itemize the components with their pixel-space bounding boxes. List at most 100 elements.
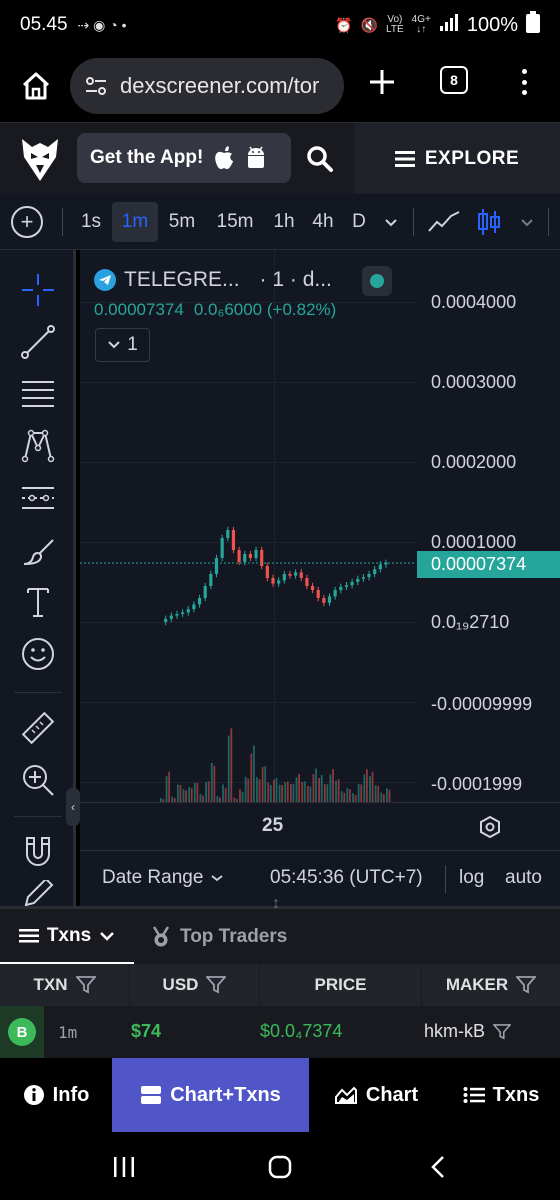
candle-body	[197, 598, 202, 605]
nav-chart-txns[interactable]: Chart+Txns	[112, 1058, 309, 1132]
magnet-tool[interactable]	[18, 832, 58, 872]
new-tab-button[interactable]	[362, 62, 402, 102]
volume-bar	[227, 735, 230, 802]
volume-bar	[292, 784, 295, 802]
legend-collapse-button[interactable]: 1	[95, 328, 150, 362]
home-nav-icon[interactable]	[268, 1155, 292, 1179]
price-chart[interactable]: 0.0004000 0.0003000 0.0002000 0.0001000 …	[80, 250, 560, 850]
tab-top-traders[interactable]: Top Traders	[150, 909, 287, 964]
legend-indicator-count: 1	[127, 334, 138, 355]
candle-body	[350, 582, 354, 586]
candle-body	[378, 564, 382, 570]
filter-icon[interactable]	[75, 976, 96, 994]
get-app-button[interactable]: Get the App!	[77, 133, 291, 183]
column-usd[interactable]: USD	[130, 964, 260, 1006]
volume-bar	[303, 781, 306, 802]
column-maker[interactable]: MAKER	[422, 964, 560, 1006]
filter-icon[interactable]	[516, 976, 537, 994]
volume-bar	[360, 784, 363, 802]
candle-body	[339, 586, 343, 590]
android-icon	[248, 146, 265, 168]
volume-bar	[247, 778, 250, 802]
fib-lines-icon	[22, 381, 54, 407]
volume-bar	[165, 775, 168, 802]
chart-type-line-button[interactable]	[424, 202, 464, 242]
plus-icon	[370, 70, 394, 94]
volume-bar	[286, 781, 289, 802]
back-icon[interactable]	[430, 1155, 446, 1179]
site-header: Get the App! EXPLORE	[0, 122, 560, 195]
tab-switcher-button[interactable]: 8	[440, 66, 468, 94]
txn-price: $0.0₄7374	[260, 1021, 343, 1041]
nav-info[interactable]: Info	[0, 1058, 112, 1132]
home-button[interactable]	[10, 60, 62, 112]
crosshair-tool[interactable]	[18, 270, 58, 310]
add-symbol-button[interactable]: +	[11, 206, 43, 238]
volume-bar	[326, 784, 329, 802]
timeframe-1s[interactable]: 1s	[74, 202, 108, 242]
nav-chart[interactable]: Chart	[318, 1058, 434, 1132]
txns-table-header: TXN USD PRICE MAKER	[0, 964, 560, 1006]
zoom-tool[interactable]	[18, 760, 58, 800]
battery-level: 100%	[466, 13, 518, 36]
browser-menu-button[interactable]	[512, 66, 536, 98]
txn-maker[interactable]: hkm-kB	[424, 1021, 512, 1042]
timeframe-d[interactable]: D	[346, 202, 372, 242]
buy-badge: B	[8, 1018, 36, 1046]
candle-body	[316, 590, 320, 598]
candle-body	[361, 577, 365, 579]
pattern-tool[interactable]	[18, 426, 58, 466]
txn-age: 1m	[58, 1023, 78, 1042]
volume-bar	[193, 782, 196, 802]
chart-clock[interactable]: 05:45:36 (UTC+7)	[270, 867, 423, 889]
volume-bar	[224, 788, 227, 802]
table-row[interactable]: B 1m $74 $0.0₄7374 hkm-kB	[0, 1006, 560, 1058]
filter-icon[interactable]	[493, 1023, 512, 1040]
fib-retracement-tool[interactable]	[18, 374, 58, 414]
auto-scale-toggle[interactable]: auto	[505, 867, 542, 889]
timeframe-1m[interactable]: 1m	[112, 202, 158, 242]
explore-button[interactable]: EXPLORE	[354, 123, 560, 195]
site-settings-icon[interactable]	[82, 72, 110, 100]
measure-tool[interactable]	[18, 708, 58, 748]
trend-line-tool[interactable]	[18, 322, 58, 362]
timeframe-4h[interactable]: 4h	[306, 202, 340, 242]
chart-settings-icon[interactable]	[478, 815, 502, 839]
volume-bar	[312, 774, 315, 802]
emoji-tool[interactable]	[18, 634, 58, 674]
dexscreener-logo-icon[interactable]	[18, 135, 62, 183]
bottom-nav: Info Chart+Txns Chart Txns	[0, 1058, 560, 1132]
volume-bar	[269, 785, 272, 802]
candle-body	[277, 580, 281, 584]
url-bar[interactable]: dexscreener.com/tor	[70, 58, 344, 114]
candle-body	[243, 554, 247, 562]
search-icon[interactable]	[306, 145, 334, 173]
date-range-button[interactable]: Date Range	[102, 867, 223, 889]
timeframe-dropdown[interactable]	[380, 202, 402, 242]
timeframe-5m[interactable]: 5m	[162, 202, 202, 242]
pencil-tool[interactable]	[18, 880, 58, 906]
volume-bar	[182, 789, 185, 802]
timeframe-15m[interactable]: 15m	[210, 202, 260, 242]
text-tool[interactable]	[18, 582, 58, 622]
brush-tool[interactable]	[18, 530, 58, 570]
filter-icon[interactable]	[206, 976, 227, 994]
column-price[interactable]: PRICE	[260, 964, 422, 1006]
volte-icon: Vo) LTE	[386, 14, 404, 35]
market-status-indicator[interactable]	[362, 266, 392, 296]
log-scale-toggle[interactable]: log	[459, 867, 484, 889]
chart-type-dropdown[interactable]	[516, 202, 538, 242]
forecast-tool[interactable]	[18, 478, 58, 518]
tab-txns[interactable]: Txns	[0, 909, 134, 964]
trend-line-icon	[21, 325, 55, 359]
chart-legend-title[interactable]: TELEGRE... · 1 · d...	[94, 268, 332, 292]
column-txn[interactable]: TXN	[0, 964, 130, 1006]
status-bar: 05.45 ⇢ ◉ ◔ • ⏰ 🔇 Vo) LTE 4G+ ↓↑ 100%	[0, 0, 560, 50]
volume-bar	[185, 790, 187, 802]
toggle-tools-panel-button[interactable]: ‹	[66, 788, 80, 826]
nav-txns[interactable]: Txns	[442, 1058, 560, 1132]
recent-apps-icon[interactable]	[112, 1156, 136, 1178]
time-axis[interactable]: 25	[80, 802, 560, 850]
chart-type-candle-button[interactable]	[474, 202, 504, 242]
timeframe-1h[interactable]: 1h	[268, 202, 300, 242]
